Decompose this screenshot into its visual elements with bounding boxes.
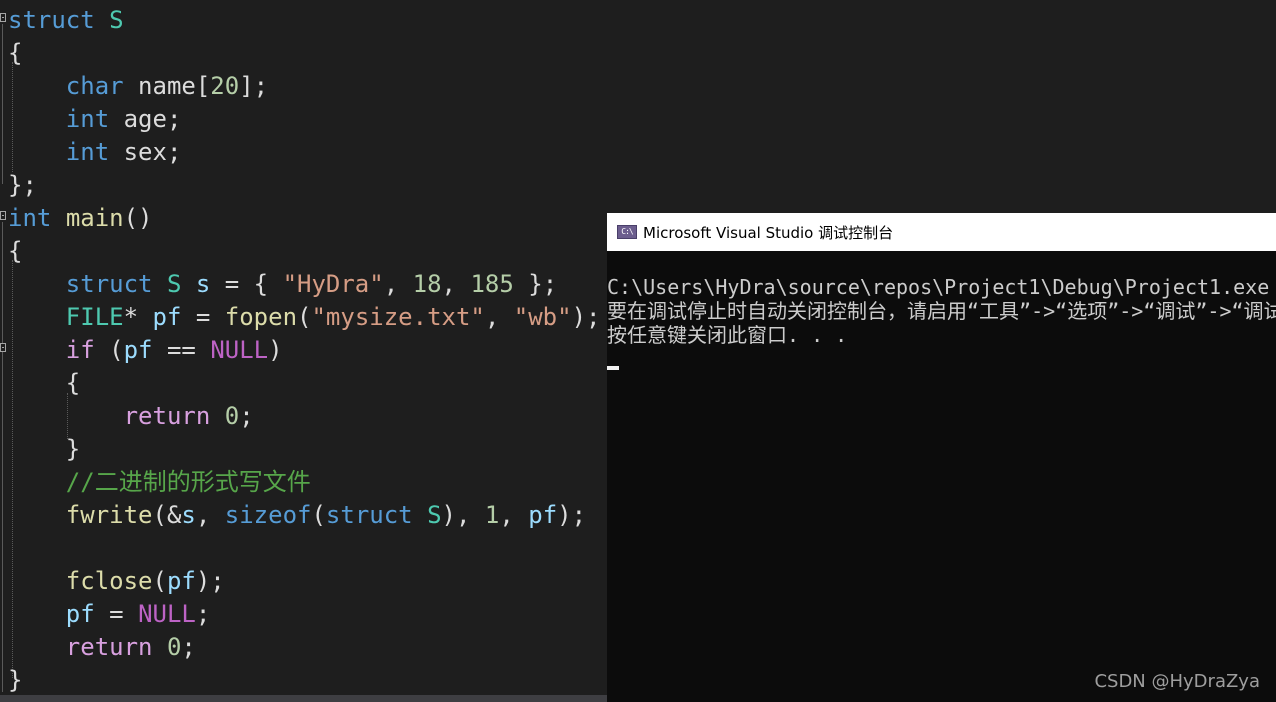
brace: }; bbox=[8, 171, 37, 199]
punct: , bbox=[441, 270, 471, 298]
string-literal: "wb" bbox=[513, 303, 572, 331]
punct: ; bbox=[195, 600, 211, 628]
punct: , bbox=[499, 501, 529, 529]
fold-toggle-icon[interactable] bbox=[0, 211, 6, 220]
keyword: char bbox=[65, 72, 124, 100]
keyword: return bbox=[65, 633, 153, 661]
punct: ); bbox=[195, 567, 225, 595]
code-line: char name[20]; bbox=[8, 70, 1276, 103]
horizontal-scrollbar[interactable] bbox=[0, 695, 607, 702]
keyword: if bbox=[65, 336, 95, 364]
number: 20 bbox=[210, 72, 240, 100]
punct: ) bbox=[268, 336, 283, 364]
punct: ); bbox=[557, 501, 587, 529]
type-name: FILE bbox=[65, 303, 124, 331]
variable: pf bbox=[123, 336, 153, 364]
function-name: main bbox=[65, 204, 124, 232]
console-line: 要在调试停止时自动关闭控制台，请启用“工具”->“选项”->“调试”->“调试停… bbox=[607, 299, 1276, 323]
number: 0 bbox=[166, 633, 182, 661]
macro: NULL bbox=[210, 336, 269, 364]
code-line: struct S bbox=[8, 4, 1276, 37]
variable: pf bbox=[65, 600, 95, 628]
punct: , bbox=[195, 501, 225, 529]
punct: = bbox=[181, 303, 225, 331]
brace: { bbox=[8, 237, 23, 265]
console-app-icon: C:\ bbox=[617, 225, 637, 239]
string-literal: "mysize.txt" bbox=[311, 303, 485, 331]
console-titlebar[interactable]: C:\ Microsoft Visual Studio 调试控制台 bbox=[607, 213, 1276, 251]
keyword: struct bbox=[65, 270, 153, 298]
variable: s bbox=[195, 270, 211, 298]
punct: , bbox=[484, 303, 514, 331]
brace: } bbox=[8, 666, 23, 694]
punct: , bbox=[383, 270, 413, 298]
code-line: int age; bbox=[8, 103, 1276, 136]
watermark: CSDN @HyDraZya bbox=[1094, 671, 1260, 692]
keyword: int bbox=[65, 105, 110, 133]
punct: (& bbox=[152, 501, 182, 529]
punct: ; bbox=[166, 105, 182, 133]
code-line: { bbox=[8, 37, 1276, 70]
punct: }; bbox=[513, 270, 558, 298]
punct: ; bbox=[166, 138, 182, 166]
macro: NULL bbox=[138, 600, 196, 628]
punct: == bbox=[152, 336, 211, 364]
field-name: age bbox=[123, 105, 167, 133]
punct: ), bbox=[441, 501, 485, 529]
field-name: sex bbox=[123, 138, 167, 166]
console-line: C:\Users\HyDra\source\repos\Project1\Deb… bbox=[607, 275, 1270, 299]
comment: //二进制的形式写文件 bbox=[65, 468, 311, 496]
code-line: int sex; bbox=[8, 136, 1276, 169]
keyword: int bbox=[65, 138, 110, 166]
punct: = bbox=[94, 600, 139, 628]
punct: () bbox=[123, 204, 153, 232]
fold-line bbox=[2, 24, 3, 184]
type-name: S bbox=[166, 270, 182, 298]
punct: [ bbox=[195, 72, 211, 100]
punct: ( bbox=[152, 567, 167, 595]
number: 1 bbox=[484, 501, 500, 529]
variable: pf bbox=[152, 303, 182, 331]
punct: * bbox=[123, 303, 153, 331]
brace: } bbox=[65, 435, 81, 463]
brace: { bbox=[65, 369, 81, 397]
debug-console-window[interactable]: C:\ Microsoft Visual Studio 调试控制台 C:\Use… bbox=[607, 213, 1276, 702]
punct: ( bbox=[94, 336, 124, 364]
punct: ; bbox=[239, 402, 254, 430]
console-title: Microsoft Visual Studio 调试控制台 bbox=[643, 223, 894, 242]
console-output: C:\Users\HyDra\source\repos\Project1\Deb… bbox=[607, 275, 1276, 347]
number: 18 bbox=[412, 270, 442, 298]
console-line: 按任意键关闭此窗口. . . bbox=[607, 323, 848, 347]
variable: pf bbox=[166, 567, 196, 595]
punct: ]; bbox=[239, 72, 269, 100]
number: 0 bbox=[224, 402, 240, 430]
variable: s bbox=[181, 501, 196, 529]
punct: ); bbox=[571, 303, 601, 331]
type-name: S bbox=[427, 501, 442, 529]
code-line: }; bbox=[8, 169, 1276, 202]
text-cursor bbox=[607, 366, 619, 370]
keyword: sizeof bbox=[224, 501, 312, 529]
keyword: return bbox=[123, 402, 211, 430]
punct: ( bbox=[311, 501, 326, 529]
brace: { bbox=[8, 39, 23, 67]
keyword: int bbox=[8, 204, 52, 232]
function-name: fopen bbox=[224, 303, 298, 331]
variable: pf bbox=[528, 501, 558, 529]
keyword: struct bbox=[325, 501, 413, 529]
number: 185 bbox=[470, 270, 514, 298]
keyword: struct bbox=[8, 6, 95, 34]
function-name: fwrite bbox=[65, 501, 153, 529]
field-name: name bbox=[138, 72, 196, 100]
fold-toggle-icon[interactable] bbox=[0, 13, 6, 22]
type-name: S bbox=[109, 6, 124, 34]
function-name: fclose bbox=[65, 567, 153, 595]
fold-toggle-icon[interactable] bbox=[0, 343, 6, 352]
punct: ( bbox=[297, 303, 312, 331]
string-literal: "HyDra" bbox=[282, 270, 384, 298]
punct: ; bbox=[181, 633, 196, 661]
punct: = { bbox=[210, 270, 283, 298]
fold-line bbox=[2, 222, 3, 692]
